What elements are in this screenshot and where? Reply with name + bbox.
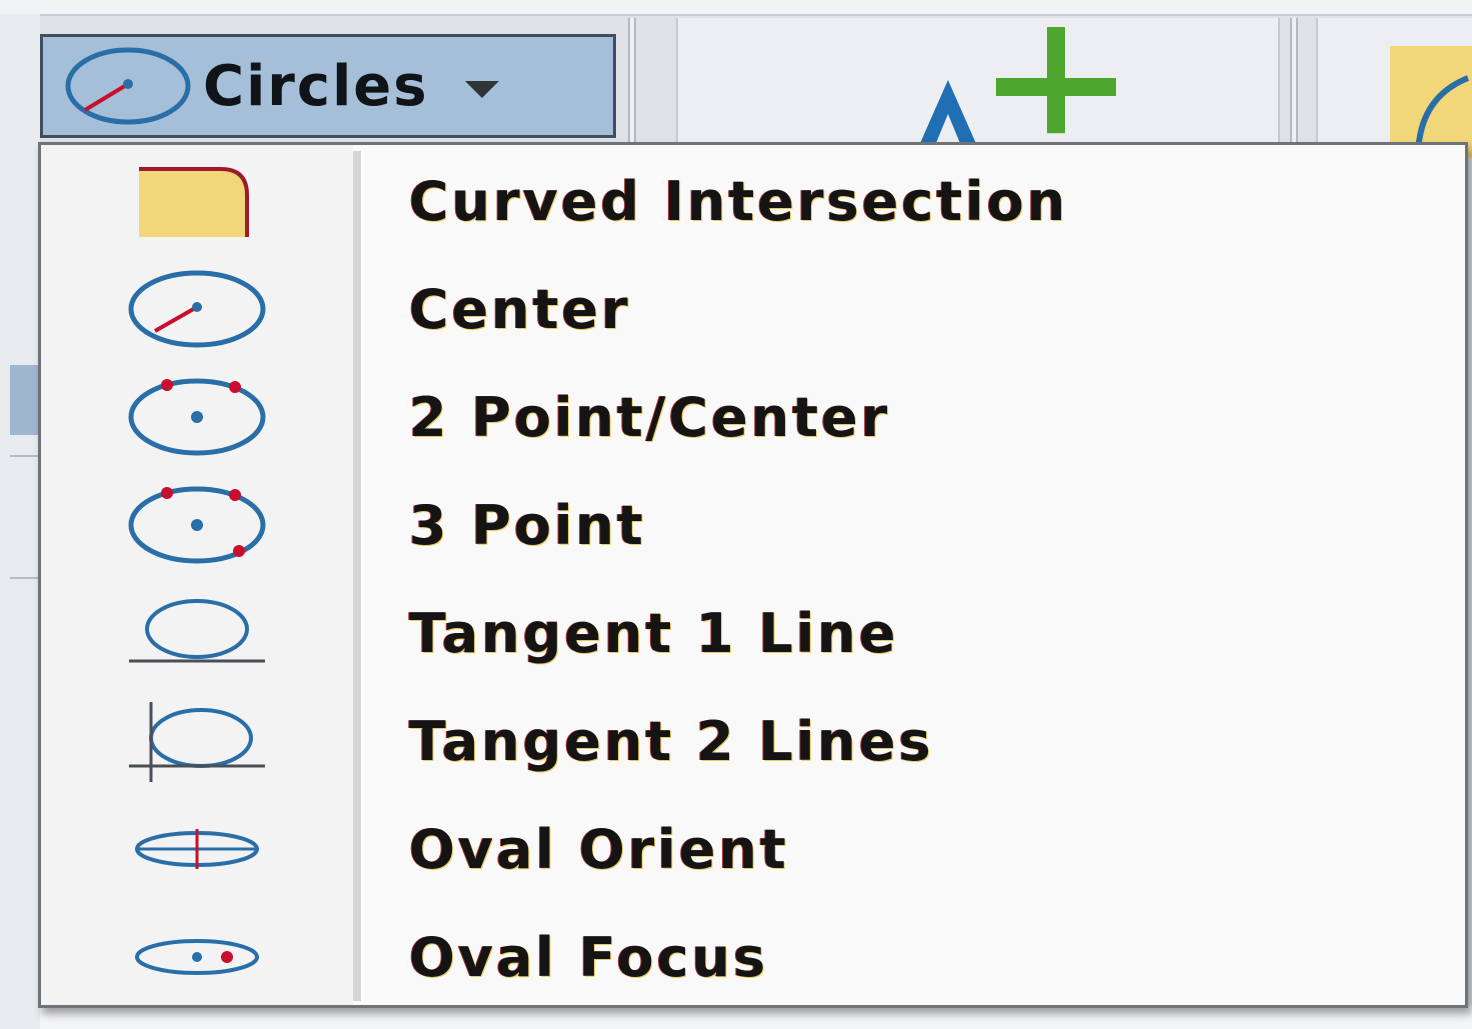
left-panel-divider	[10, 577, 40, 579]
menu-item-label: Center	[409, 277, 631, 341]
menu-item-tangent-1-line[interactable]: Tangent 1 Line	[41, 579, 1465, 687]
menu-item-label: Tangent 2 Lines	[409, 709, 934, 773]
left-panel-divider	[10, 455, 40, 457]
circle-3-point-icon	[41, 471, 353, 579]
circle-center-icon	[41, 255, 353, 363]
menu-item-label: Tangent 1 Line	[409, 601, 899, 665]
menu-item-oval-orient[interactable]: Oval Orient	[41, 795, 1465, 903]
menu-item-label: Oval Focus	[409, 925, 769, 989]
circles-button-label: Circles	[203, 53, 429, 119]
left-panel	[0, 14, 40, 1029]
menu-item-oval-focus[interactable]: Oval Focus	[41, 903, 1465, 1011]
circle-tangent-2-lines-icon	[41, 687, 353, 795]
menu-item-tangent-2-lines[interactable]: Tangent 2 Lines	[41, 687, 1465, 795]
circle-center-icon	[63, 41, 193, 131]
menu-item-label: 2 Point/Center	[409, 385, 891, 449]
menu-item-curved-intersection[interactable]: Curved Intersection	[41, 147, 1465, 255]
left-panel-selection	[10, 365, 40, 435]
menu-item-center[interactable]: Center	[41, 255, 1465, 363]
toolbar-separator	[1290, 18, 1298, 148]
circle-2-point-icon	[41, 363, 353, 471]
text-add-button[interactable]	[676, 18, 1280, 158]
curved-intersection-icon	[41, 147, 353, 255]
toolbar-top-edge	[0, 0, 1472, 16]
circles-dropdown-menu: Curved Intersection Center 2 Point/Cente…	[38, 142, 1468, 1008]
arc-tool-button[interactable]	[1316, 18, 1472, 158]
circle-tangent-1-line-icon	[41, 579, 353, 687]
oval-orient-icon	[41, 795, 353, 903]
menu-item-label: 3 Point	[409, 493, 646, 557]
chevron-down-icon	[464, 80, 499, 98]
menu-item-label: Oval Orient	[409, 817, 789, 881]
menu-item-3-point[interactable]: 3 Point	[41, 471, 1465, 579]
menu-item-label: Curved Intersection	[409, 169, 1069, 233]
toolbar-separator	[628, 18, 636, 148]
menu-item-2-point-center[interactable]: 2 Point/Center	[41, 363, 1465, 471]
oval-focus-icon	[41, 903, 353, 1011]
circles-dropdown-button[interactable]: Circles	[40, 34, 616, 138]
